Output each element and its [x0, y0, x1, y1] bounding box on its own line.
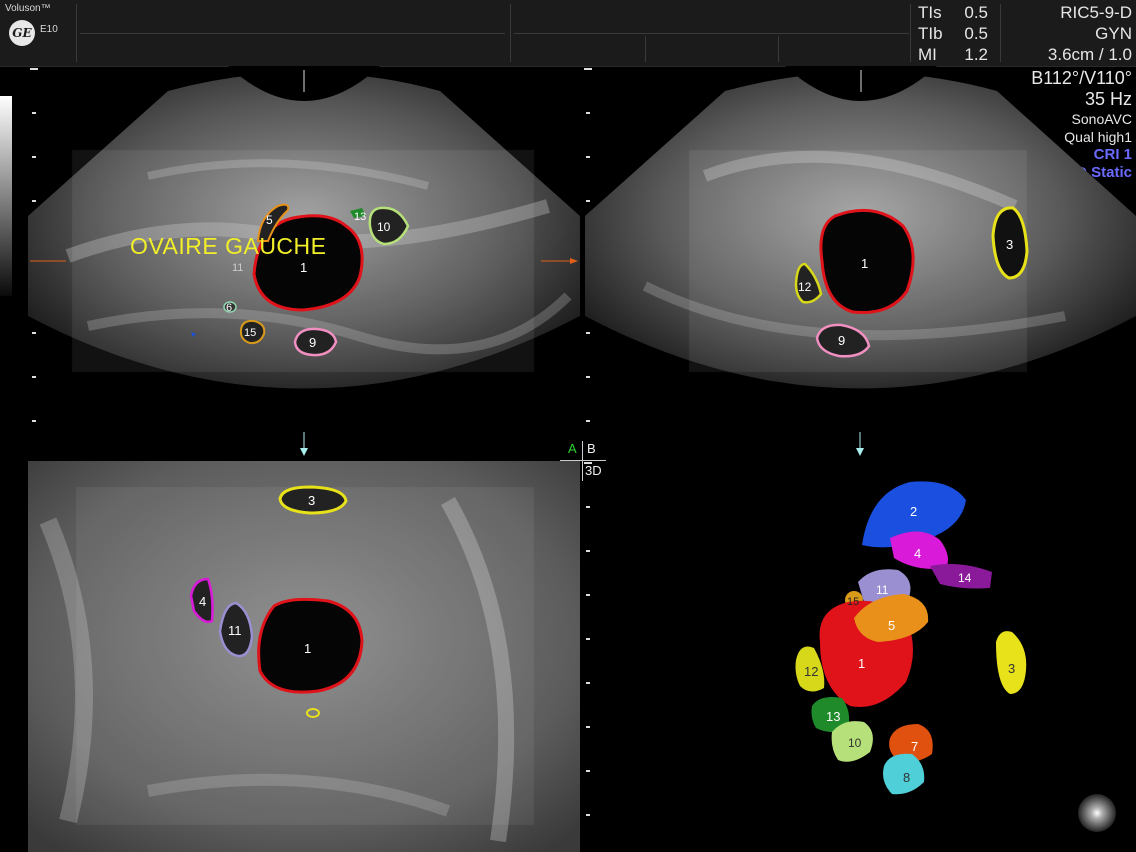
quad-divider — [582, 441, 583, 481]
safety-params: TIs 0.5 TIb 0.5 MI 1.2 — [918, 2, 988, 65]
follicle-15-label: 15 — [847, 596, 859, 608]
follicle-5-label: 5 — [266, 213, 273, 227]
follicle-11-label: 11 — [228, 623, 242, 638]
follicle-4-label: 4 — [199, 594, 206, 609]
header-bar: Voluson™ GE E10 TIs 0.5 TIb 0.5 MI 1.2 RIC5… — [0, 0, 1136, 67]
follicle-13-label: 13 — [826, 709, 840, 724]
param-tib: TIb 0.5 — [918, 24, 988, 43]
follicle-10-label: 10 — [848, 736, 862, 750]
header-divider — [778, 36, 779, 62]
follicle-1-label: 1 — [304, 641, 311, 656]
probe-info: RIC5-9-D GYN 3.6cm / 1.0 — [1048, 2, 1132, 65]
brand-name: Voluson™ — [5, 3, 51, 14]
header-divider — [1000, 4, 1001, 62]
follicle-12-label: 12 — [804, 664, 818, 679]
model-name: E10 — [40, 24, 58, 35]
follicle-5-label: 5 — [888, 618, 895, 633]
quad-b[interactable]: B — [587, 441, 596, 456]
follicle-4-label: 4 — [914, 546, 921, 561]
probe-name: RIC5-9-D — [1060, 3, 1132, 22]
header-divider — [645, 36, 646, 62]
follicle-7-label: 7 — [911, 739, 918, 754]
follicle-3-label: 3 — [1008, 661, 1015, 676]
view-3d-render[interactable]: 2 4 14 11 15 5 1 12 3 13 10 7 8 — [780, 470, 1080, 810]
param-mi: MI 1.2 — [918, 45, 988, 64]
ge-logo: GE — [9, 20, 35, 46]
view-c-plane[interactable]: 1 3 4 11 — [28, 461, 580, 852]
param-tis: TIs 0.5 — [918, 3, 988, 22]
header-rule — [80, 33, 505, 34]
preset-name: GYN — [1095, 24, 1132, 43]
follicle-11-label: 11 — [876, 583, 889, 597]
follicle-3-label: 3 — [308, 493, 315, 508]
quad-a[interactable]: A — [568, 441, 577, 456]
follicle-1-label: 1 — [858, 656, 865, 671]
follicle-14-label: 14 — [958, 571, 972, 585]
follicle-10-label: 10 — [377, 220, 391, 234]
header-divider — [510, 4, 511, 62]
header-rule — [514, 33, 909, 34]
follicle-2-label: 2 — [910, 504, 917, 519]
quad-3d[interactable]: 3D — [585, 463, 602, 478]
header-divider — [76, 4, 77, 62]
follicle-8-label: 8 — [903, 770, 910, 785]
header-divider — [910, 4, 911, 62]
light-source-icon[interactable] — [1076, 792, 1118, 834]
depth-readout: 3.6cm / 1.0 — [1047, 45, 1132, 64]
brand-block: Voluson™ GE E10 — [3, 2, 75, 64]
follicle-13-label: 13 — [354, 211, 366, 223]
